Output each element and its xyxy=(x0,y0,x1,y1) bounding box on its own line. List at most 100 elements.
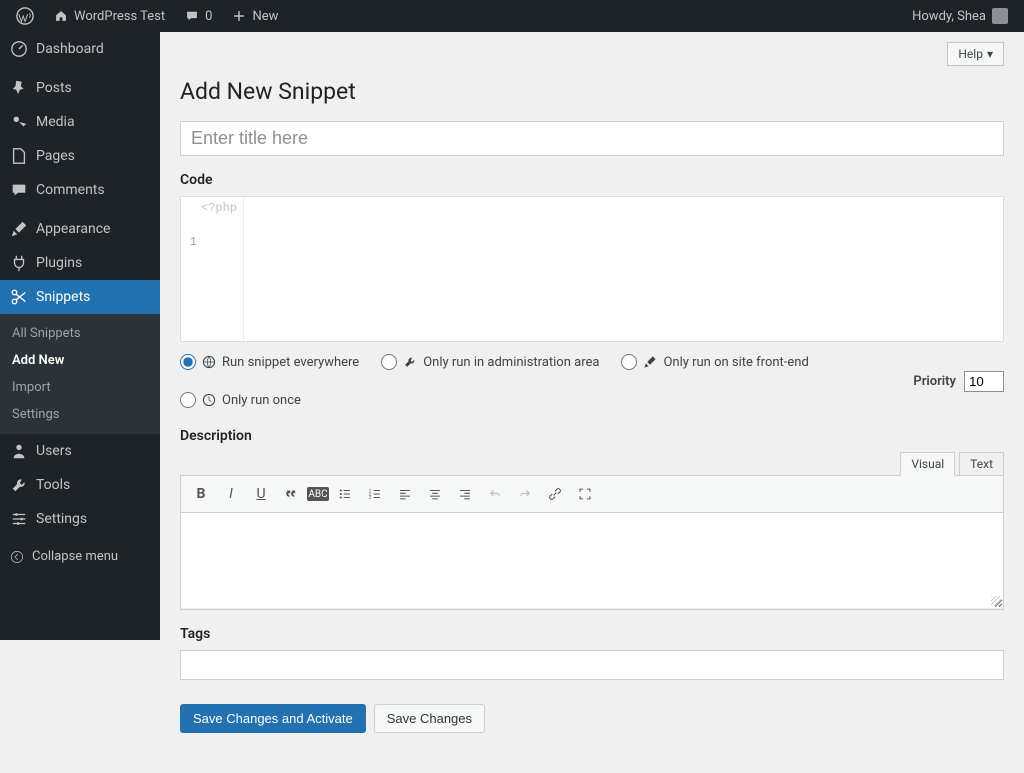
align-right-button[interactable] xyxy=(451,480,479,508)
scope-label: Only run in administration area xyxy=(423,355,599,370)
save-button[interactable]: Save Changes xyxy=(374,704,485,733)
tags-input[interactable] xyxy=(180,650,1004,680)
sidebar-item-dashboard[interactable]: Dashboard xyxy=(0,32,160,66)
sidebar-item-label: Plugins xyxy=(36,255,82,271)
code-editor[interactable]: <?php 1 xyxy=(180,196,1004,342)
sidebar-item-pages[interactable]: Pages xyxy=(0,139,160,173)
comments-link[interactable]: 0 xyxy=(177,0,220,32)
wrench-icon xyxy=(10,476,28,494)
numbered-list-button[interactable]: 123 xyxy=(361,480,389,508)
align-left-button[interactable] xyxy=(391,480,419,508)
link-button[interactable] xyxy=(541,480,569,508)
sidebar-item-label: Settings xyxy=(36,511,87,527)
underline-button[interactable]: U xyxy=(247,480,275,508)
sidebar-item-label: Snippets xyxy=(36,289,90,305)
user-greeting[interactable]: Howdy, Shea xyxy=(904,0,1016,32)
main-content: Help ▾ Add New Snippet Code <?php 1 Run … xyxy=(160,32,1024,773)
new-content-link[interactable]: New xyxy=(224,0,286,32)
undo-button[interactable] xyxy=(481,480,509,508)
snippets-submenu: All Snippets Add New Import Settings xyxy=(0,314,160,434)
brush-icon xyxy=(643,355,657,369)
dashboard-icon xyxy=(10,40,28,58)
blockquote-button[interactable] xyxy=(277,480,305,508)
scope-radio-admin[interactable] xyxy=(381,354,397,370)
sidebar-item-comments[interactable]: Comments xyxy=(0,173,160,207)
sidebar-item-users[interactable]: Users xyxy=(0,434,160,468)
site-name-link[interactable]: WordPress Test xyxy=(46,0,173,32)
admin-toolbar: WordPress Test 0 New Howdy, Shea xyxy=(0,0,1024,32)
wordpress-icon xyxy=(16,7,34,25)
sliders-icon xyxy=(10,510,28,528)
scope-everywhere[interactable]: Run snippet everywhere xyxy=(180,354,359,370)
submenu-add-new[interactable]: Add New xyxy=(0,347,160,374)
pin-icon xyxy=(10,79,28,97)
sidebar-item-posts[interactable]: Posts xyxy=(0,71,160,105)
strikethrough-button[interactable]: ABC xyxy=(307,487,329,501)
code-area[interactable] xyxy=(243,197,1003,341)
plug-icon xyxy=(10,254,28,272)
brush-icon xyxy=(10,220,28,238)
scope-frontend[interactable]: Only run on site front-end xyxy=(621,354,808,370)
scope-radio-frontend[interactable] xyxy=(621,354,637,370)
sidebar-item-label: Media xyxy=(36,114,75,130)
chevron-down-icon: ▾ xyxy=(987,47,993,61)
link-icon xyxy=(548,487,562,501)
sidebar-item-appearance[interactable]: Appearance xyxy=(0,212,160,246)
scope-radio-everywhere[interactable] xyxy=(180,354,196,370)
clock-icon xyxy=(202,393,216,407)
media-icon xyxy=(10,113,28,131)
sidebar-item-snippets[interactable]: Snippets xyxy=(0,280,160,314)
sidebar-item-label: Pages xyxy=(36,148,75,164)
wrench-icon xyxy=(403,355,417,369)
tab-text[interactable]: Text xyxy=(959,452,1004,476)
tab-visual[interactable]: Visual xyxy=(900,452,955,476)
description-tabs: Visual Text xyxy=(180,452,1004,476)
new-label: New xyxy=(252,9,278,24)
submenu-import[interactable]: Import xyxy=(0,374,160,401)
scissors-icon xyxy=(10,288,28,306)
bullet-list-button[interactable] xyxy=(331,480,359,508)
sidebar-item-label: Posts xyxy=(36,80,72,96)
howdy-text: Howdy, Shea xyxy=(912,9,986,24)
submenu-settings[interactable]: Settings xyxy=(0,401,160,428)
align-right-icon xyxy=(458,487,472,501)
italic-button[interactable]: I xyxy=(217,480,245,508)
help-label: Help xyxy=(958,47,983,61)
action-buttons: Save Changes and Activate Save Changes xyxy=(180,704,1004,733)
scope-admin[interactable]: Only run in administration area xyxy=(381,354,599,370)
globe-icon xyxy=(202,355,216,369)
comment-icon xyxy=(185,9,199,23)
sidebar-item-settings[interactable]: Settings xyxy=(0,502,160,536)
scope-radio-once[interactable] xyxy=(180,392,196,408)
scope-once[interactable]: Only run once xyxy=(180,392,301,408)
snippet-title-input[interactable] xyxy=(180,121,1004,156)
fullscreen-icon xyxy=(578,487,592,501)
sidebar-item-media[interactable]: Media xyxy=(0,105,160,139)
submenu-all-snippets[interactable]: All Snippets xyxy=(0,320,160,347)
sidebar-item-label: Comments xyxy=(36,182,105,198)
fullscreen-button[interactable] xyxy=(571,480,599,508)
help-tab[interactable]: Help ▾ xyxy=(947,42,1004,66)
redo-button[interactable] xyxy=(511,480,539,508)
page-title: Add New Snippet xyxy=(180,78,1004,105)
sidebar-item-plugins[interactable]: Plugins xyxy=(0,246,160,280)
collapse-menu[interactable]: Collapse menu xyxy=(0,541,160,572)
sidebar-item-label: Dashboard xyxy=(36,41,104,57)
quote-icon xyxy=(284,487,298,501)
priority-field: Priority xyxy=(913,371,1004,392)
align-center-button[interactable] xyxy=(421,480,449,508)
priority-input[interactable] xyxy=(964,371,1004,392)
avatar xyxy=(992,8,1008,24)
description-body[interactable] xyxy=(181,513,1003,609)
page-icon xyxy=(10,147,28,165)
list-ol-icon: 123 xyxy=(368,487,382,501)
comments-count: 0 xyxy=(205,9,212,24)
home-icon xyxy=(54,9,68,23)
plus-icon xyxy=(232,9,246,23)
admin-toolbar-left: WordPress Test 0 New xyxy=(8,0,286,32)
bold-button[interactable]: B xyxy=(187,480,215,508)
wp-logo[interactable] xyxy=(8,0,42,32)
code-gutter-block: <?php 1 xyxy=(181,197,243,341)
save-activate-button[interactable]: Save Changes and Activate xyxy=(180,704,366,733)
sidebar-item-tools[interactable]: Tools xyxy=(0,468,160,502)
